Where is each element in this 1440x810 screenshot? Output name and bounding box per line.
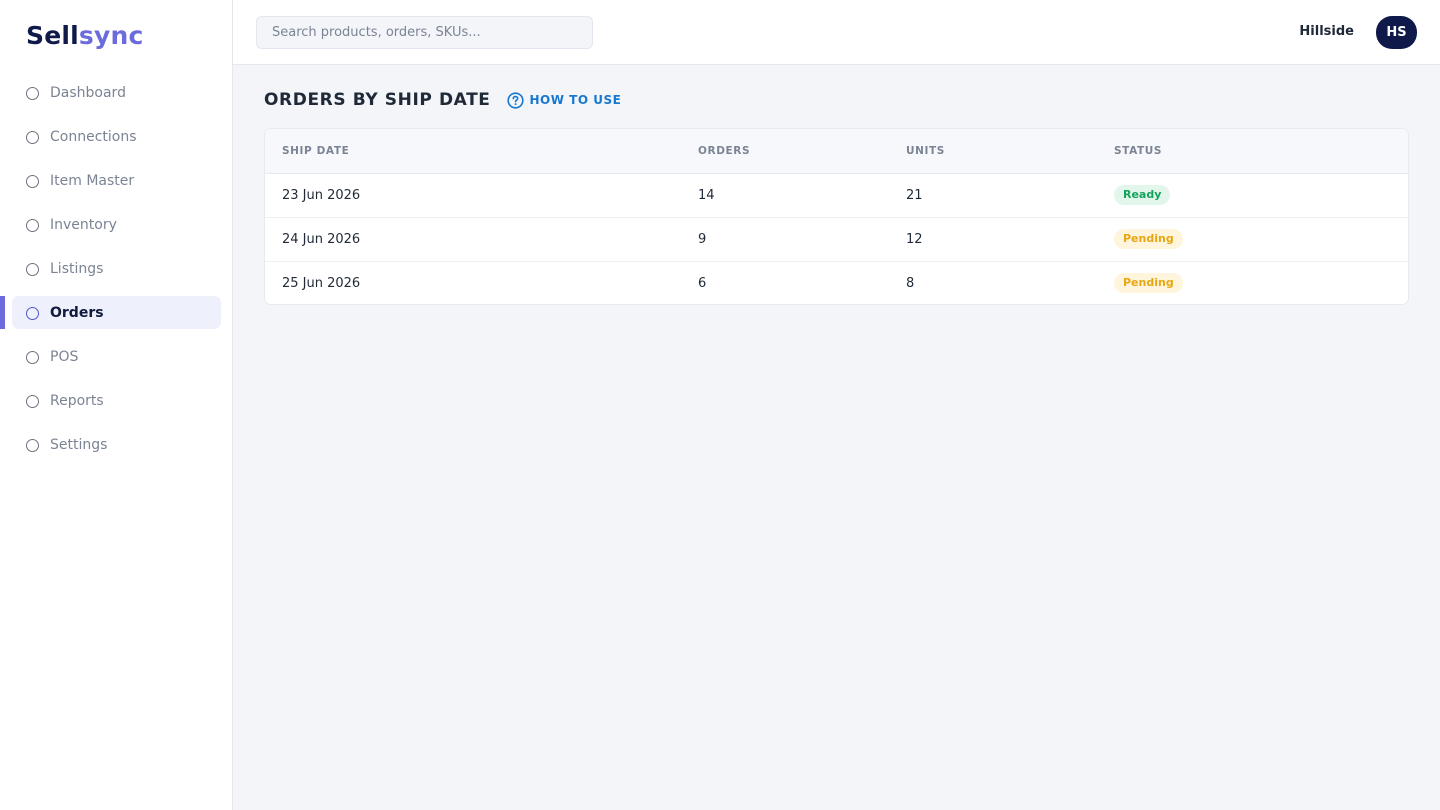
table-row[interactable]: 25 Jun 2026 6 8 Pending: [265, 260, 1408, 304]
circle-icon: [26, 87, 39, 100]
cell-units: 12: [889, 216, 1097, 261]
sidebar-item-item-master[interactable]: Item Master: [12, 164, 221, 197]
cell-units: 21: [906, 187, 923, 203]
column-header[interactable]: ORDERS: [681, 129, 889, 174]
cell-orders: 14: [698, 187, 715, 203]
sidebar-item-inventory[interactable]: Inventory: [12, 208, 221, 241]
orders-by-ship-date-table: SHIP DATE ORDERS UNITS STATUS 23 Jun 2026 14…: [265, 129, 1408, 304]
sidebar-item-orders[interactable]: Orders: [0, 296, 221, 329]
logo-text-primary: Sell: [26, 21, 79, 50]
sidebar-item-dashboard[interactable]: Dashboard: [12, 76, 221, 109]
sidebar-nav: Dashboard Connections Item Master Inventory…: [0, 76, 233, 472]
how-to-use-link[interactable]: HOW TO USE: [506, 91, 622, 109]
circle-icon: [26, 175, 39, 188]
app-logo[interactable]: Sellsync: [26, 21, 144, 50]
status-badge: Pending: [1114, 273, 1183, 294]
cell-orders: 9: [681, 216, 889, 261]
how-to-use-label: HOW TO USE: [529, 93, 622, 107]
store-name[interactable]: Hillside: [1299, 24, 1354, 39]
cell-units: 8: [889, 260, 1097, 304]
search-input[interactable]: [256, 16, 593, 49]
circle-icon: [26, 307, 39, 320]
app-root: Sellsync Dashboard Connections Item Master…: [0, 0, 1440, 810]
column-header[interactable]: UNITS: [889, 129, 1097, 174]
cell-ship-date: 23 Jun 2026: [282, 187, 361, 203]
table-body: 23 Jun 2026 14 21 Ready 24 Jun 2026 9 12 Pendin…: [265, 173, 1408, 304]
circle-icon: [26, 131, 39, 144]
status-badge: Pending: [1114, 229, 1183, 249]
circle-icon: [26, 439, 39, 452]
sidebar-item-label: Item Master: [50, 172, 135, 189]
sidebar-item-label: Dashboard: [50, 84, 126, 101]
cell-orders: 6: [681, 260, 889, 304]
circle-icon: [26, 395, 39, 408]
status-badge: Ready: [1114, 185, 1171, 205]
cell-status: Ready: [1097, 173, 1408, 217]
sidebar-item-reports[interactable]: Reports: [12, 384, 221, 417]
sidebar-item-pos[interactable]: POS: [12, 340, 221, 373]
circle-icon: [26, 351, 39, 364]
table-row[interactable]: 23 Jun 2026 14 21 Ready: [265, 173, 1408, 217]
sidebar-item-settings[interactable]: Settings: [12, 428, 221, 461]
top-bar: Hillside HS: [233, 0, 1440, 65]
table-row[interactable]: 24 Jun 2026 9 12 Pending: [265, 216, 1408, 261]
page-header: ORDERS BY SHIP DATE HOW TO USE: [264, 90, 621, 110]
cell-ship-date: 24 Jun 2026: [265, 216, 681, 261]
circle-icon: [26, 219, 39, 232]
sidebar-item-label: Orders: [50, 304, 104, 321]
column-header[interactable]: STATUS: [1097, 129, 1408, 174]
sidebar-item-label: Listings: [50, 260, 104, 277]
circle-icon: [26, 263, 39, 276]
sidebar-item-label: Reports: [50, 392, 104, 409]
page-title: ORDERS BY SHIP DATE: [264, 90, 491, 110]
cell-ship-date: 25 Jun 2026: [265, 260, 681, 304]
sidebar-item-label: Settings: [50, 436, 108, 453]
sidebar: Sellsync Dashboard Connections Item Master…: [0, 0, 233, 810]
main-content: ORDERS BY SHIP DATE HOW TO USE SHIP DATE…: [233, 65, 1440, 810]
logo-text-accent: sync: [78, 21, 144, 50]
table-header-row: SHIP DATE ORDERS UNITS STATUS: [265, 129, 1408, 174]
avatar[interactable]: HS: [1376, 16, 1417, 49]
sidebar-item-listings[interactable]: Listings: [12, 252, 221, 285]
help-circle-icon: [506, 91, 524, 109]
sidebar-item-label: POS: [50, 348, 79, 365]
sidebar-item-connections[interactable]: Connections: [12, 120, 221, 153]
orders-table-card: SHIP DATE ORDERS UNITS STATUS 23 Jun 2026 14…: [264, 128, 1409, 305]
cell-status: Pending: [1097, 260, 1408, 304]
cell-status: Pending: [1097, 216, 1408, 261]
column-header[interactable]: SHIP DATE: [265, 129, 681, 174]
sidebar-item-label: Connections: [50, 128, 137, 145]
sidebar-item-label: Inventory: [50, 216, 117, 233]
